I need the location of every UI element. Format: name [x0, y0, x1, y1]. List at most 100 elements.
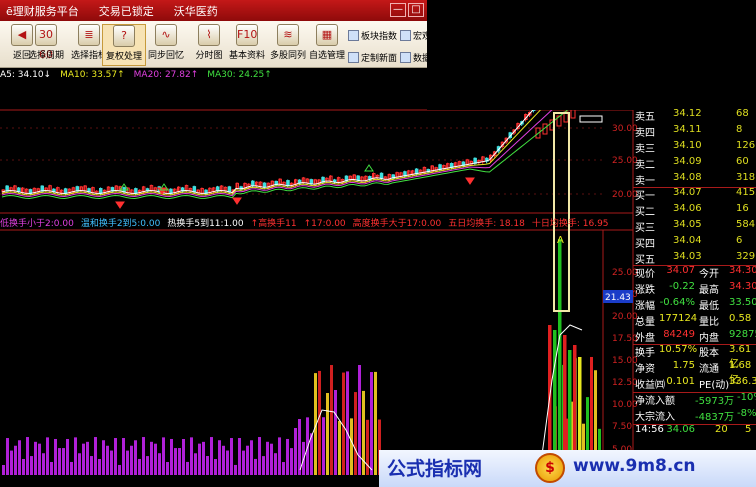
quote-field: 买五	[635, 255, 655, 266]
volume-bar	[86, 441, 89, 475]
volume-bar	[38, 443, 41, 475]
quote-field: 6	[736, 235, 743, 246]
quote-field: 34.06	[673, 203, 702, 214]
volume-bar	[354, 392, 357, 475]
orderbook-sell-row: 卖三 34.10 126	[633, 140, 756, 156]
orderbook-sell-row: 卖五 34.12 68	[633, 108, 756, 124]
quote-field: 最低	[699, 301, 719, 312]
toolbar-button-1[interactable]: 30 60 选择周期	[24, 24, 68, 66]
toolbar-button-6[interactable]: F10 基本资料	[225, 24, 269, 66]
quote-field: 34.30	[729, 281, 756, 292]
quote-field: PE(动)	[699, 380, 730, 391]
quote-field: 92875	[729, 329, 756, 340]
quote-field: 买一	[635, 191, 655, 202]
quote-field: 5	[745, 424, 752, 435]
quote-field: 涨幅	[635, 301, 655, 312]
volume-bar	[134, 440, 137, 475]
quote-field: 1.75	[672, 360, 695, 371]
toolbar-small-2[interactable]: 定制新面	[348, 51, 397, 64]
orderbook-buy-row: 买二 34.06 16	[633, 203, 756, 219]
quote-field: 34.12	[673, 108, 702, 119]
candle-body	[379, 172, 384, 179]
calendar-icon: 30 60	[35, 24, 57, 61]
quote-field: 卖二	[635, 160, 655, 171]
maximize-button[interactable]: □	[408, 3, 424, 17]
toolbar-button-8[interactable]: ▦ 自选管理	[305, 24, 349, 66]
ma-legend-item: MA20: 27.82↑	[133, 70, 199, 80]
orderbook-buy-row: 买四 34.04 6	[633, 235, 756, 251]
quote-field: 60	[736, 156, 749, 167]
volume-bar	[62, 448, 65, 475]
toolbar-small-1[interactable]: 宏观	[400, 29, 431, 42]
quote-field: 34.11	[673, 124, 702, 135]
quote-field: 买四	[635, 239, 655, 250]
orderbook-sell-row: 卖四 34.11 8	[633, 124, 756, 140]
restore-right-icon: ?	[113, 25, 135, 47]
candle-body	[192, 186, 197, 193]
candle-body	[309, 179, 314, 185]
volume-bar	[262, 456, 265, 475]
volume-bar	[10, 450, 13, 475]
quote-row: 总量 177124 量比 0.58	[633, 313, 756, 329]
quote-field: 买二	[635, 207, 655, 218]
toolbar: ◀ 返回 30 60 选择周期 ≣ 选择指标? 复权处理 ∿ 同步回忆 ⌇ 分时图 F10 基本资料 ≋ 多…	[0, 21, 431, 68]
volume-bar	[130, 445, 133, 475]
volume-bar	[258, 437, 261, 475]
volume-bar	[318, 370, 321, 475]
quote-row: 涨跌 -0.22 最高 34.30	[633, 281, 756, 297]
volume-bar	[190, 437, 193, 475]
volume-bar	[214, 459, 217, 475]
volume-bar	[34, 441, 37, 475]
volume-bar	[82, 443, 85, 475]
turnover-legend-item: 高度换手大于17:0.00	[352, 219, 442, 229]
volume-bar	[2, 465, 5, 475]
candle-body	[227, 186, 232, 193]
quote-field: 买三	[635, 223, 655, 234]
volume-bar	[74, 437, 77, 475]
volume-bar	[250, 440, 253, 475]
signal-arrow	[232, 197, 242, 205]
quote-field: 换手	[635, 348, 655, 359]
toolbar-small-label: 板块指数	[361, 32, 398, 42]
volume-bar	[114, 438, 117, 475]
quote-field: 34.30	[729, 265, 756, 276]
toolbar-small-0[interactable]: 板块指数	[348, 29, 397, 42]
quote-field: 16	[736, 203, 749, 214]
watermark-site-name: 公式指标网	[387, 458, 483, 480]
minimize-button[interactable]: —	[390, 3, 406, 17]
dollar-logo-icon: $	[535, 453, 565, 483]
volume-bar	[222, 445, 225, 475]
quote-field: 净资	[635, 364, 655, 375]
toolbar-button-7[interactable]: ≋ 多股同列	[266, 24, 310, 66]
volume-bar	[298, 419, 301, 475]
quote-field: 内盘	[699, 333, 719, 344]
sector-index-icon	[348, 30, 359, 41]
volume-bar	[350, 418, 353, 475]
quote-field: 34.07	[666, 265, 695, 276]
quote-field: 最高	[699, 285, 719, 296]
volume-bar	[70, 461, 73, 475]
menu-item-trade-lock[interactable]: 交易已锁定	[99, 3, 154, 19]
volume-bar	[358, 365, 361, 475]
toolbar-button-4[interactable]: ∿ 同步回忆	[144, 24, 188, 66]
volume-bar	[370, 372, 373, 475]
volume-bar	[174, 448, 177, 475]
quote-field: 今开	[699, 269, 719, 280]
volume-bar	[30, 456, 33, 475]
volume-bar	[118, 464, 121, 475]
menu-item-stock[interactable]: 沃华医药	[174, 3, 218, 19]
quote-field: 卖三	[635, 144, 655, 155]
menu-item-wealth[interactable]: ē理财服务平台	[6, 3, 79, 19]
watermark-banner: 公式指标网 $ www.9m8.cn	[379, 450, 756, 487]
orderbook-buy-row: 买三 34.05 584	[633, 219, 756, 235]
quote-field: 318	[736, 172, 756, 183]
volume-bar	[230, 438, 233, 475]
volume-bar	[294, 428, 297, 475]
toolbar-button-3[interactable]: ? 复权处理	[102, 24, 146, 66]
quote-field: 外盘	[635, 333, 655, 344]
volume-bar	[98, 459, 101, 475]
toolbar-small-3[interactable]: 数据	[400, 51, 431, 64]
turnover-legend-item: 温和换手2到5:0.00	[80, 219, 161, 229]
multi-stock-icon: ≋	[277, 24, 299, 46]
volume-bar	[166, 462, 169, 475]
